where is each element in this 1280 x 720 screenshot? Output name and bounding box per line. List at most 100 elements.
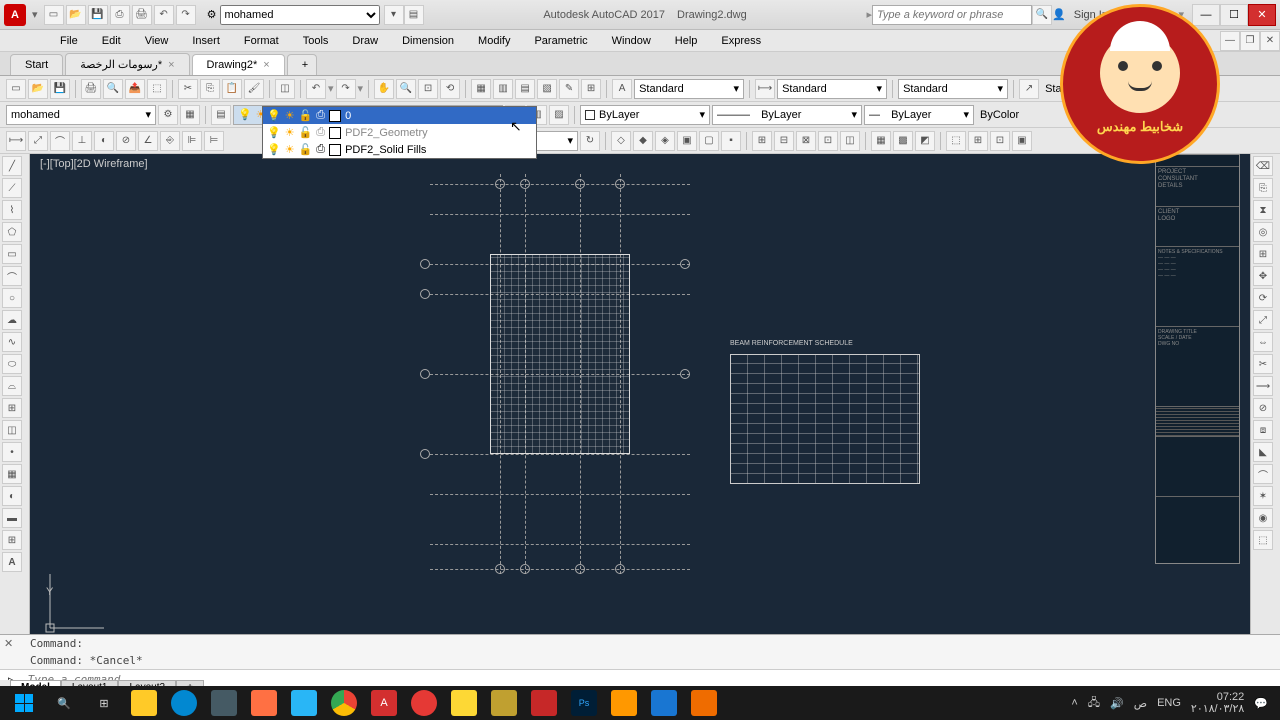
pline-icon[interactable]: ⌇ <box>2 200 22 220</box>
save-icon[interactable]: 💾 <box>88 5 108 25</box>
chrome-icon[interactable] <box>324 688 364 718</box>
layer-dropdown-list[interactable]: 💡☀🔓⎙ 0 💡☀🔓⎙ PDF2_Geometry 💡☀🔓⎙ PDF2_Soli… <box>262 106 537 159</box>
vp-2-icon[interactable]: ▩ <box>893 131 913 151</box>
ref-4-icon[interactable]: ▣ <box>1012 131 1032 151</box>
layer-option-2[interactable]: 💡☀🔓⎙ PDF2_Solid Fills <box>263 141 536 158</box>
color-dropdown[interactable]: ByLayer▾ <box>580 105 710 125</box>
menu-modify[interactable]: Modify <box>468 33 520 49</box>
taskview-icon[interactable]: ⊞ <box>84 688 124 718</box>
tray-up-icon[interactable]: ˄ <box>1071 697 1077 709</box>
zoom-rt-icon[interactable]: 🔍 <box>396 79 416 99</box>
help-search-input[interactable] <box>872 5 1032 25</box>
camtasia-icon[interactable] <box>684 688 724 718</box>
dim-linear-icon[interactable]: ⟼ <box>6 131 26 151</box>
explode-icon[interactable]: ✶ <box>1253 486 1273 506</box>
workspace-dropdown[interactable]: ⚙ mohamed <box>204 5 380 25</box>
break-icon[interactable]: ⊘ <box>1253 398 1273 418</box>
qcalc-icon[interactable]: ⊞ <box>581 79 601 99</box>
spline-icon[interactable]: ∿ <box>2 332 22 352</box>
line-icon[interactable]: ╱ <box>2 156 22 176</box>
constr-2-icon[interactable]: ⊟ <box>774 131 794 151</box>
rect-icon[interactable]: ▭ <box>2 244 22 264</box>
search-taskbar-icon[interactable]: 🔍 <box>44 688 84 718</box>
constr-1-icon[interactable]: ⊞ <box>752 131 772 151</box>
search-icon[interactable]: 🔍 <box>1032 5 1052 25</box>
constr-4-icon[interactable]: ⊡ <box>818 131 838 151</box>
menu-draw[interactable]: Draw <box>342 33 388 49</box>
dim-angular-icon[interactable]: ∠ <box>138 131 158 151</box>
mleader-style-icon[interactable]: ↗ <box>1019 79 1039 99</box>
tray-clock[interactable]: 07:22 ٢٠١٨/٠٣/٢٨ <box>1191 691 1244 715</box>
workspace-name-dropdown[interactable]: mohamed▾ <box>6 105 156 125</box>
erase-icon[interactable]: ⌫ <box>1253 156 1273 176</box>
plotstyle-dropdown[interactable]: ByColor <box>976 105 1036 125</box>
markup-icon[interactable]: ✎ <box>559 79 579 99</box>
table-style-dropdown[interactable]: Standard▾ <box>898 79 1008 99</box>
cmd-close-icon[interactable]: ✕ <box>4 637 13 650</box>
dim-diameter-icon[interactable]: ⊘ <box>116 131 136 151</box>
constr-3-icon[interactable]: ⊠ <box>796 131 816 151</box>
save-icon[interactable]: 💾 <box>50 79 70 99</box>
dim-update-icon[interactable]: ↻ <box>580 131 600 151</box>
arc-icon[interactable]: ⌒ <box>2 266 22 286</box>
gradient-icon[interactable]: ◐ <box>2 486 22 506</box>
ellipsearc-icon[interactable]: ⌓ <box>2 376 22 396</box>
store-icon[interactable] <box>204 688 244 718</box>
tray-notif-icon[interactable]: 💬 <box>1254 697 1268 710</box>
nav-wheel-icon[interactable]: ◉ <box>1253 508 1273 528</box>
text-style-icon[interactable]: A <box>612 79 632 99</box>
pan-icon[interactable]: ✋ <box>374 79 394 99</box>
circle-icon[interactable]: ○ <box>2 288 22 308</box>
dcenter-icon[interactable]: ▥ <box>493 79 513 99</box>
mirror-icon[interactable]: ⧗ <box>1253 200 1273 220</box>
dim-ordinate-icon[interactable]: ⊥ <box>72 131 92 151</box>
tpalette-icon[interactable]: ▤ <box>515 79 535 99</box>
viewport-label[interactable]: [-][Top][2D Wireframe] <box>40 158 148 170</box>
publish-icon[interactable]: 📤 <box>125 79 145 99</box>
edge-icon[interactable] <box>164 688 204 718</box>
modify-1-icon[interactable]: ◇ <box>611 131 631 151</box>
block-icon[interactable]: ◫ <box>275 79 295 99</box>
lineweight-dropdown[interactable]: — ByLayer▾ <box>864 105 974 125</box>
modify-4-icon[interactable]: ▣ <box>677 131 697 151</box>
match-icon[interactable]: 🖌 <box>244 79 264 99</box>
doc-minimize-button[interactable]: — <box>1220 31 1240 51</box>
copy-obj-icon[interactable]: ⎘ <box>1253 178 1273 198</box>
maximize-button[interactable]: ☐ <box>1220 4 1248 26</box>
scale-icon[interactable]: ⤢ <box>1253 310 1273 330</box>
revcloud-icon[interactable]: ☁ <box>2 310 22 330</box>
close-icon[interactable]: × <box>168 59 174 71</box>
vp-3-icon[interactable]: ◩ <box>915 131 935 151</box>
qat-menu-icon[interactable]: ▤ <box>404 5 424 25</box>
app-gold-icon[interactable] <box>484 688 524 718</box>
layer-props-icon[interactable]: ▤ <box>211 105 231 125</box>
props-icon[interactable]: ▦ <box>471 79 491 99</box>
tray-lang1[interactable]: ص <box>1134 697 1147 710</box>
stretch-icon[interactable]: ⇔ <box>1253 332 1273 352</box>
3ddwf-icon[interactable]: ⬚ <box>147 79 167 99</box>
new-icon[interactable]: ▭ <box>6 79 26 99</box>
dim-aligned-icon[interactable]: ⤢ <box>28 131 48 151</box>
join-icon[interactable]: ⧈ <box>1253 420 1273 440</box>
offset-icon[interactable]: ◎ <box>1253 222 1273 242</box>
copy-icon[interactable]: ⎘ <box>200 79 220 99</box>
system-tray[interactable]: ˄ 🖧 🔊 ص ENG 07:22 ٢٠١٨/٠٣/٢٨ 💬 <box>1071 691 1276 715</box>
open-icon[interactable]: 📂 <box>66 5 86 25</box>
ws-save-icon[interactable]: ▦ <box>180 105 200 125</box>
layer-iso-icon[interactable]: ▨ <box>549 105 569 125</box>
menu-parametric[interactable]: Parametric <box>524 33 597 49</box>
modify-2-icon[interactable]: ◆ <box>633 131 653 151</box>
close-icon[interactable]: × <box>263 59 269 71</box>
modify-3-icon[interactable]: ◈ <box>655 131 675 151</box>
rotate-icon[interactable]: ⟳ <box>1253 288 1273 308</box>
polygon-icon[interactable]: ⬠ <box>2 222 22 242</box>
tray-lang2[interactable]: ENG <box>1157 697 1181 709</box>
menu-window[interactable]: Window <box>602 33 661 49</box>
ref-2-icon[interactable]: ⊞ <box>968 131 988 151</box>
tab-drawing-2[interactable]: Drawing2*× <box>192 54 285 75</box>
mtext-icon[interactable]: A <box>2 552 22 572</box>
dim-continue-icon[interactable]: ⊨ <box>204 131 224 151</box>
linetype-dropdown[interactable]: ——— ByLayer▾ <box>712 105 862 125</box>
modify-5-icon[interactable]: ▢ <box>699 131 719 151</box>
new-icon[interactable]: ▭ <box>44 5 64 25</box>
